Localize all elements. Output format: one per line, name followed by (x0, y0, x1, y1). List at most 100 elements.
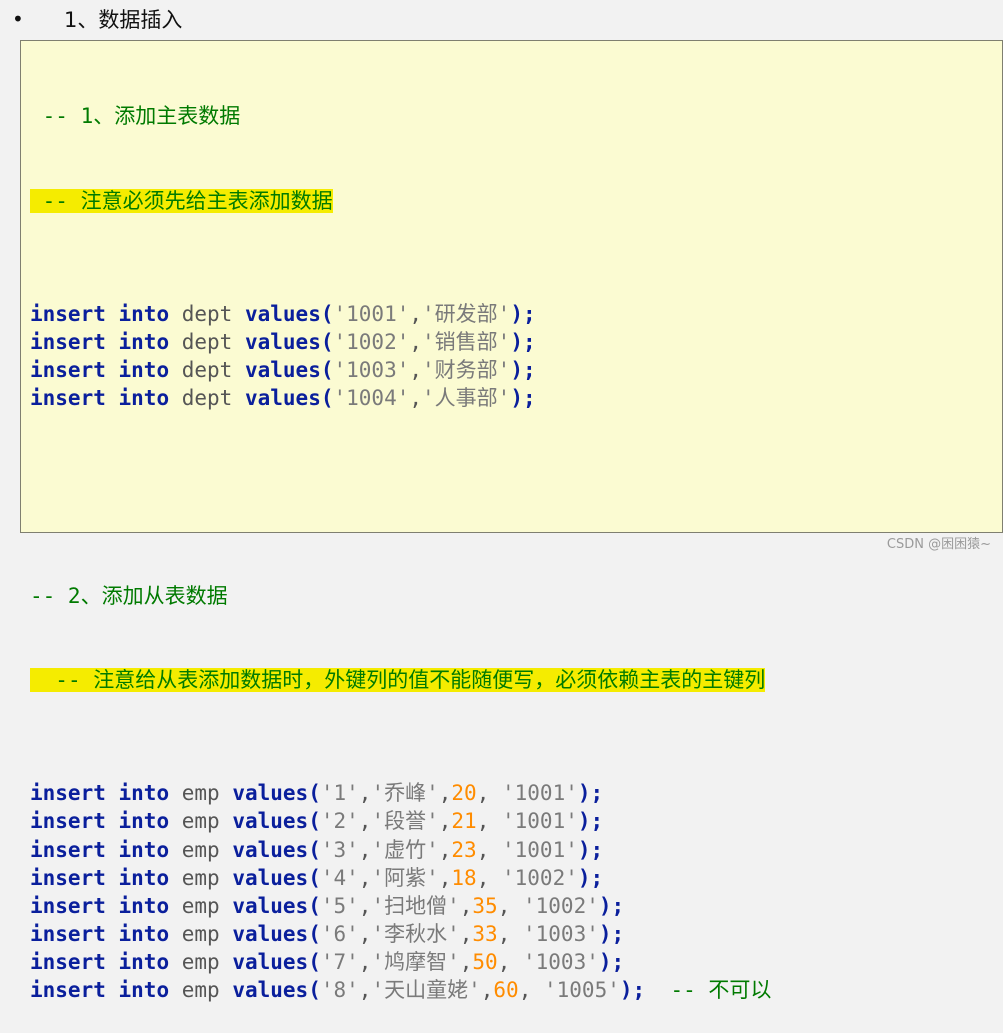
statement-end: ); (577, 865, 604, 890)
comma: , (409, 329, 423, 354)
statement-end: ); (510, 301, 536, 326)
statement-end: ); (577, 809, 604, 834)
keyword-insert: insert (30, 978, 106, 1003)
code-line: insert into dept values('1004','人事部'); (30, 384, 1002, 412)
string-literal: '2' (320, 809, 359, 834)
table-name: dept (181, 329, 233, 354)
keyword-values: values (244, 386, 321, 411)
string-literal: '1003' (333, 358, 410, 383)
keyword-values: values (244, 358, 321, 383)
keyword-into: into (118, 865, 170, 890)
statement-end: ); (510, 386, 536, 411)
keyword-values: values (232, 837, 309, 862)
keyword-insert: insert (30, 865, 106, 890)
string-literal: '1002' (523, 893, 599, 918)
statement-end: ); (577, 781, 604, 806)
table-name: dept (181, 301, 233, 326)
table-name: emp (181, 809, 220, 834)
code-line: insert into dept values('1003','财务部'); (30, 356, 1002, 384)
dept-insert-statements: insert into dept values('1001','研发部'); in… (30, 300, 1002, 413)
keyword-insert: insert (30, 781, 106, 806)
code-line: insert into emp values('5','扫地僧',35, '10… (30, 892, 1002, 920)
comma: , (358, 922, 372, 947)
string-literal: '阿紫' (371, 865, 439, 890)
open-paren: ( (308, 781, 321, 806)
keyword-into: into (118, 781, 170, 806)
comma: , (476, 837, 502, 862)
code-comment-line: -- 2、添加从表数据 (30, 582, 1002, 610)
table-name: emp (181, 893, 220, 918)
table-name: dept (181, 358, 233, 383)
string-literal: '1001' (502, 809, 578, 834)
highlighted-comment: -- 注意必须先给主表添加数据 (30, 189, 333, 213)
open-paren: ( (320, 358, 334, 383)
number-literal: 21 (451, 809, 477, 834)
comma: , (459, 893, 473, 918)
code-comment-line: -- 1、添加主表数据 (30, 102, 1002, 130)
string-literal: '1001' (502, 837, 578, 862)
string-literal: '5' (320, 893, 359, 918)
comma: , (497, 893, 523, 918)
code-line: insert into emp values('2','段誉',21, '100… (30, 807, 1002, 835)
code-line: insert into dept values('1001','研发部'); (30, 300, 1002, 328)
trailing-comment: -- 不可以 (670, 978, 772, 1003)
keyword-insert: insert (30, 950, 106, 975)
comma: , (518, 978, 544, 1003)
string-literal: '1' (320, 781, 359, 806)
open-paren: ( (308, 893, 321, 918)
code-line: insert into emp values('3','虚竹',23, '100… (30, 836, 1002, 864)
statement-end: ); (510, 358, 536, 383)
open-paren: ( (320, 329, 334, 354)
string-literal: '6' (320, 922, 359, 947)
comma: , (438, 809, 452, 834)
bullet: • (12, 7, 24, 31)
open-paren: ( (308, 837, 321, 862)
comment: -- 1、添加主表数据 (42, 104, 241, 129)
section-title: 1、数据插入 (64, 8, 183, 32)
open-paren: ( (308, 950, 321, 975)
comma: , (409, 301, 423, 326)
string-literal: '乔峰' (371, 781, 439, 806)
keyword-insert: insert (30, 893, 106, 918)
code-line: insert into dept values('1002','销售部'); (30, 328, 1002, 356)
section-heading: • 1、数据插入 (12, 4, 182, 34)
string-literal: '1003' (523, 922, 599, 947)
open-paren: ( (308, 978, 321, 1003)
string-literal: '鸠摩智' (371, 950, 460, 975)
keyword-insert: insert (30, 358, 106, 383)
string-literal: '1002' (333, 329, 410, 354)
code-line: insert into emp values('7','鸠摩智',50, '10… (30, 948, 1002, 976)
watermark: CSDN @困困猿~ (886, 537, 991, 552)
comma: , (438, 781, 452, 806)
code-line: insert into emp values('4','阿紫',18, '100… (30, 864, 1002, 892)
comma: , (409, 358, 423, 383)
number-literal: 18 (451, 865, 477, 890)
emp-insert-statements: insert into emp values('1','乔峰',20, '100… (30, 779, 1002, 1005)
number-literal: 60 (493, 978, 519, 1003)
open-paren: ( (308, 865, 321, 890)
comment: -- 2、添加从表数据 (30, 583, 228, 608)
string-literal: '扫地僧' (371, 893, 460, 918)
comma: , (480, 978, 494, 1003)
number-literal: 20 (451, 781, 477, 806)
comma: , (358, 865, 372, 890)
string-literal: '1001' (333, 301, 410, 326)
keyword-insert: insert (30, 301, 106, 326)
string-literal: '财务部' (422, 358, 511, 383)
keyword-insert: insert (30, 809, 106, 834)
string-literal: '1001' (502, 781, 578, 806)
table-name: emp (181, 950, 220, 975)
comma: , (438, 865, 452, 890)
keyword-into: into (118, 386, 170, 411)
keyword-insert: insert (30, 386, 106, 411)
number-literal: 23 (451, 837, 477, 862)
statement-end: ); (510, 329, 536, 354)
comma: , (459, 922, 473, 947)
comma: , (476, 865, 502, 890)
comma: , (358, 893, 372, 918)
keyword-values: values (232, 978, 309, 1003)
comma: , (358, 781, 372, 806)
table-name: dept (181, 386, 233, 411)
code-comment-line: -- 注意必须先给主表添加数据 (30, 187, 1002, 215)
